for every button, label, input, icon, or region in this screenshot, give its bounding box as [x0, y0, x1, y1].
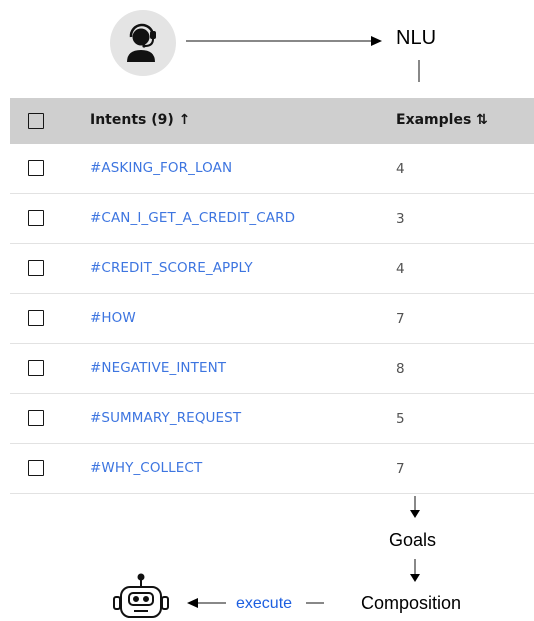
row-checkbox[interactable]	[28, 260, 44, 276]
table-row: #HOW 7	[10, 294, 534, 344]
examples-count: 7	[396, 461, 405, 477]
execute-label: execute	[236, 595, 293, 612]
examples-count: 8	[396, 361, 405, 377]
table-row: #CAN_I_GET_A_CREDIT_CARD 3	[10, 194, 534, 244]
intent-link[interactable]: #HOW	[90, 310, 136, 326]
table-row: #CREDIT_SCORE_APPLY 4	[10, 244, 534, 294]
table-row: #WHY_COLLECT 7	[10, 444, 534, 494]
arrow-to-robot-head	[187, 598, 198, 608]
examples-count: 5	[396, 411, 405, 427]
robot-icon	[113, 573, 169, 618]
row-checkbox[interactable]	[28, 460, 44, 476]
column-header-intents[interactable]: Intents (9) ↑	[90, 112, 190, 128]
table-header: Intents (9) ↑ Examples ⇅	[10, 98, 534, 144]
examples-count: 4	[396, 161, 405, 177]
intent-link[interactable]: #NEGATIVE_INTENT	[90, 360, 226, 376]
table-row: #NEGATIVE_INTENT 8	[10, 344, 534, 394]
intent-link[interactable]: #CREDIT_SCORE_APPLY	[90, 260, 253, 276]
select-all-checkbox[interactable]	[28, 113, 44, 129]
row-checkbox[interactable]	[28, 410, 44, 426]
intent-link[interactable]: #WHY_COLLECT	[90, 460, 202, 476]
row-checkbox[interactable]	[28, 160, 44, 176]
arrow-to-composition-head	[410, 574, 420, 582]
row-checkbox[interactable]	[28, 310, 44, 326]
intent-link[interactable]: #CAN_I_GET_A_CREDIT_CARD	[90, 210, 295, 226]
table-row: #ASKING_FOR_LOAN 4	[10, 144, 534, 194]
examples-count: 3	[396, 211, 405, 227]
composition-label: Composition	[361, 593, 462, 613]
table-row: #SUMMARY_REQUEST 5	[10, 394, 534, 444]
intents-table: Intents (9) ↑ Examples ⇅ #ASKING_FOR_LOA…	[10, 98, 534, 494]
column-header-examples[interactable]: Examples ⇅	[396, 112, 488, 128]
arrow-to-nlu-head	[371, 36, 382, 46]
examples-count: 4	[396, 261, 405, 277]
nlu-label: NLU	[396, 27, 437, 49]
row-checkbox[interactable]	[28, 210, 44, 226]
examples-count: 7	[396, 311, 405, 327]
intent-link[interactable]: #SUMMARY_REQUEST	[90, 410, 241, 426]
arrow-to-goals-head	[410, 510, 420, 518]
row-checkbox[interactable]	[28, 360, 44, 376]
intent-link[interactable]: #ASKING_FOR_LOAN	[90, 160, 232, 176]
goals-label: Goals	[389, 530, 437, 550]
